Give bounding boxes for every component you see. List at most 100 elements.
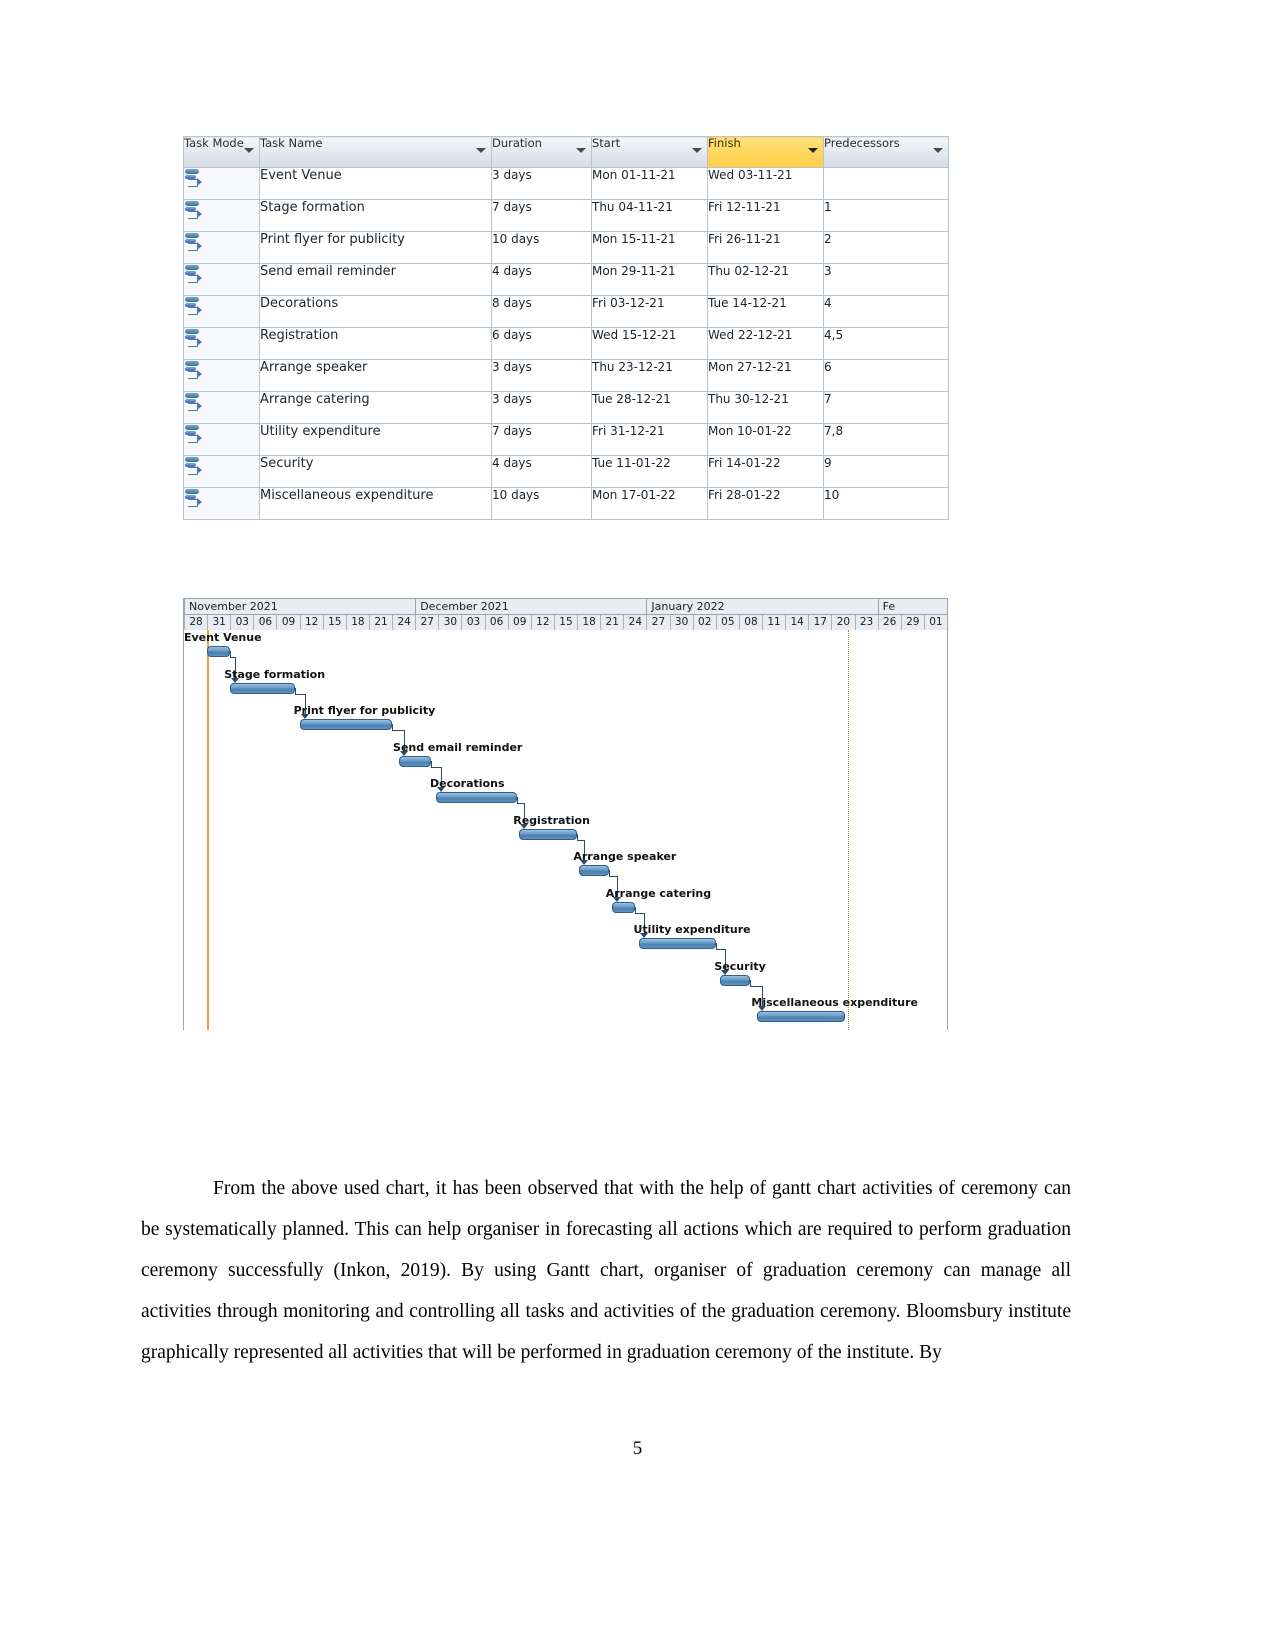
- auto-schedule-icon[interactable]: [184, 296, 204, 316]
- cell-finish[interactable]: Wed 03-11-21: [707, 167, 824, 200]
- auto-schedule-icon[interactable]: [184, 392, 204, 412]
- gantt-bar[interactable]: [436, 792, 517, 803]
- gantt-bar[interactable]: [720, 974, 751, 986]
- column-header-predecessors[interactable]: Predecessors: [823, 136, 949, 168]
- cell-predecessors[interactable]: 10: [823, 487, 949, 520]
- cell-task-mode[interactable]: [183, 295, 260, 328]
- cell-task-mode[interactable]: [183, 263, 260, 296]
- cell-task-name[interactable]: Utility expenditure: [259, 423, 492, 456]
- column-header-task-mode[interactable]: Task Mode: [183, 136, 260, 168]
- cell-start[interactable]: Tue 28-12-21: [591, 391, 708, 424]
- table-row[interactable]: Arrange speaker 3 days Thu 23-12-21 Mon 27-…: [183, 359, 949, 392]
- cell-start[interactable]: Thu 23-12-21: [591, 359, 708, 392]
- cell-duration[interactable]: 10 days: [491, 231, 592, 264]
- cell-task-mode[interactable]: [183, 423, 260, 456]
- cell-start[interactable]: Thu 04-11-21: [591, 199, 708, 232]
- cell-finish[interactable]: Thu 30-12-21: [707, 391, 824, 424]
- table-row[interactable]: Security 4 days Tue 11-01-22 Fri 14-01-22 9: [183, 455, 949, 488]
- cell-finish[interactable]: Fri 12-11-21: [707, 199, 824, 232]
- cell-duration[interactable]: 4 days: [491, 455, 592, 488]
- cell-duration[interactable]: 3 days: [491, 359, 592, 392]
- cell-task-name[interactable]: Decorations: [259, 295, 492, 328]
- cell-task-mode[interactable]: [183, 231, 260, 264]
- cell-task-name[interactable]: Event Venue: [259, 167, 492, 200]
- auto-schedule-icon[interactable]: [184, 200, 204, 220]
- cell-predecessors[interactable]: 4: [823, 295, 949, 328]
- cell-start[interactable]: Mon 15-11-21: [591, 231, 708, 264]
- gantt-bar[interactable]: [611, 901, 635, 913]
- cell-task-name[interactable]: Security: [259, 455, 492, 488]
- cell-predecessors[interactable]: 4,5: [823, 327, 949, 360]
- cell-task-name[interactable]: Print flyer for publicity: [259, 231, 492, 264]
- auto-schedule-icon[interactable]: [184, 424, 204, 444]
- cell-predecessors[interactable]: [823, 167, 949, 200]
- gantt-bar[interactable]: [399, 755, 432, 767]
- cell-predecessors[interactable]: 3: [823, 263, 949, 296]
- auto-schedule-icon[interactable]: [184, 232, 204, 252]
- cell-finish[interactable]: Fri 28-01-22: [707, 487, 824, 520]
- gantt-bar[interactable]: [230, 682, 295, 694]
- auto-schedule-icon[interactable]: [184, 168, 204, 188]
- column-header-finish[interactable]: Finish: [707, 136, 824, 168]
- cell-task-name[interactable]: Registration: [259, 327, 492, 360]
- auto-schedule-icon[interactable]: [184, 456, 204, 476]
- table-row[interactable]: Send email reminder 4 days Mon 29-11-21 Thu…: [183, 263, 949, 296]
- cell-task-mode[interactable]: [183, 327, 260, 360]
- cell-task-mode[interactable]: [183, 199, 260, 232]
- cell-task-mode[interactable]: [183, 455, 260, 488]
- cell-duration[interactable]: 7 days: [491, 199, 592, 232]
- gantt-bar[interactable]: [519, 828, 578, 840]
- filter-chevron-down-icon[interactable]: [808, 148, 818, 153]
- cell-duration[interactable]: 3 days: [491, 391, 592, 424]
- cell-predecessors[interactable]: 6: [823, 359, 949, 392]
- filter-chevron-down-icon[interactable]: [933, 148, 943, 153]
- cell-start[interactable]: Mon 29-11-21: [591, 263, 708, 296]
- cell-start[interactable]: Fri 31-12-21: [591, 423, 708, 456]
- column-header-task-name[interactable]: Task Name: [259, 136, 492, 168]
- cell-duration[interactable]: 6 days: [491, 327, 592, 360]
- cell-task-name[interactable]: Stage formation: [259, 199, 492, 232]
- column-header-duration[interactable]: Duration: [491, 136, 592, 168]
- cell-predecessors[interactable]: 7: [823, 391, 949, 424]
- table-row[interactable]: Utility expenditure 7 days Fri 31-12-21 Mon…: [183, 423, 949, 456]
- cell-duration[interactable]: 8 days: [491, 295, 592, 328]
- gantt-bar[interactable]: [207, 646, 231, 657]
- table-row[interactable]: Arrange catering 3 days Tue 28-12-21 Thu 30…: [183, 391, 949, 424]
- cell-start[interactable]: Mon 17-01-22: [591, 487, 708, 520]
- cell-task-name[interactable]: Send email reminder: [259, 263, 492, 296]
- table-row[interactable]: Stage formation 7 days Thu 04-11-21 Fri 12-…: [183, 199, 949, 232]
- gantt-bar[interactable]: [299, 719, 393, 730]
- filter-chevron-down-icon[interactable]: [476, 148, 486, 153]
- cell-task-name[interactable]: Arrange speaker: [259, 359, 492, 392]
- cell-finish[interactable]: Mon 27-12-21: [707, 359, 824, 392]
- cell-predecessors[interactable]: 2: [823, 231, 949, 264]
- cell-predecessors[interactable]: 1: [823, 199, 949, 232]
- cell-finish[interactable]: Tue 14-12-21: [707, 295, 824, 328]
- auto-schedule-icon[interactable]: [184, 360, 204, 380]
- filter-chevron-down-icon[interactable]: [692, 148, 702, 153]
- gantt-bar[interactable]: [579, 865, 610, 876]
- table-row[interactable]: Print flyer for publicity 10 days Mon 15-1…: [183, 231, 949, 264]
- cell-task-name[interactable]: Arrange catering: [259, 391, 492, 424]
- cell-start[interactable]: Fri 03-12-21: [591, 295, 708, 328]
- cell-task-mode[interactable]: [183, 359, 260, 392]
- table-row[interactable]: Event Venue 3 days Mon 01-11-21 Wed 03-11-2…: [183, 167, 949, 200]
- cell-finish[interactable]: Wed 22-12-21: [707, 327, 824, 360]
- filter-chevron-down-icon[interactable]: [244, 148, 254, 153]
- filter-chevron-down-icon[interactable]: [576, 148, 586, 153]
- cell-predecessors[interactable]: 7,8: [823, 423, 949, 456]
- table-row[interactable]: Miscellaneous expenditure 10 days Mon 17-0…: [183, 487, 949, 520]
- cell-start[interactable]: Tue 11-01-22: [591, 455, 708, 488]
- column-header-start[interactable]: Start: [591, 136, 708, 168]
- cell-finish[interactable]: Fri 26-11-21: [707, 231, 824, 264]
- cell-duration[interactable]: 3 days: [491, 167, 592, 200]
- auto-schedule-icon[interactable]: [184, 488, 204, 508]
- table-row[interactable]: Decorations 8 days Fri 03-12-21 Tue 14-12-2…: [183, 295, 949, 328]
- cell-task-name[interactable]: Miscellaneous expenditure: [259, 487, 492, 520]
- cell-start[interactable]: Mon 01-11-21: [591, 167, 708, 200]
- table-row[interactable]: Registration 6 days Wed 15-12-21 Wed 22-12-…: [183, 327, 949, 360]
- gantt-bar[interactable]: [757, 1011, 846, 1022]
- cell-task-mode[interactable]: [183, 167, 260, 200]
- gantt-bar[interactable]: [639, 938, 716, 949]
- cell-finish[interactable]: Mon 10-01-22: [707, 423, 824, 456]
